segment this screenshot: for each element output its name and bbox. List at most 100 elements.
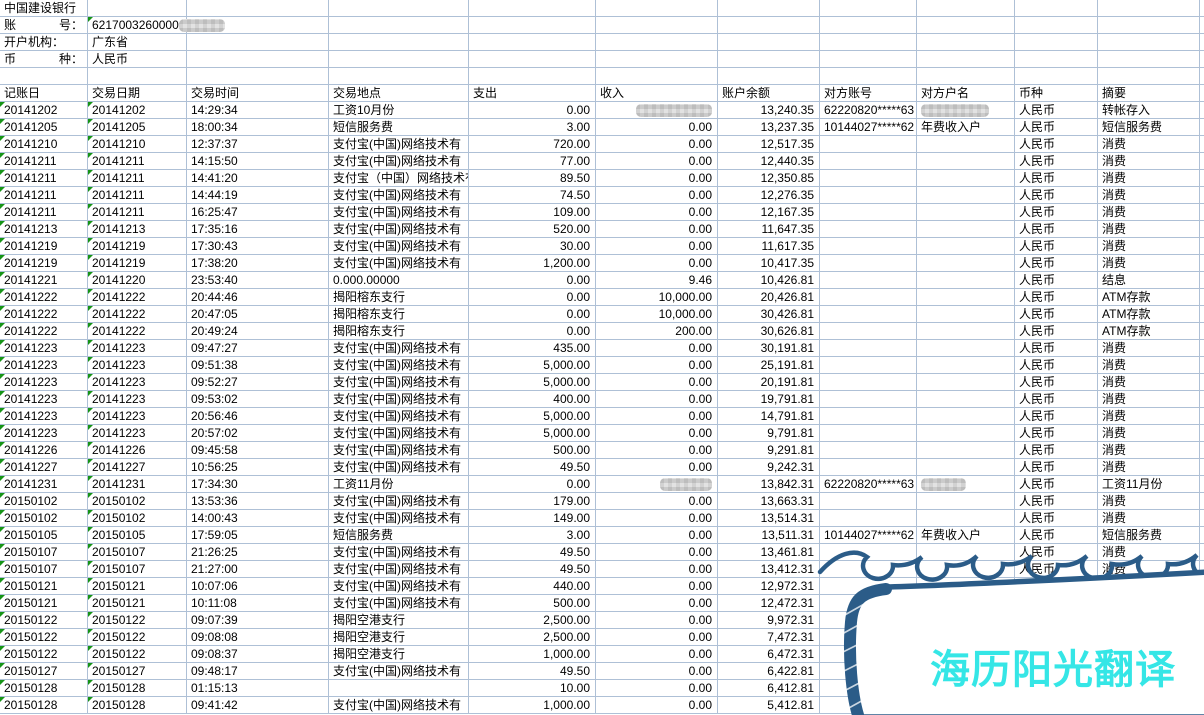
cell-memo[interactable]: 消费: [1098, 221, 1200, 238]
cell-currency[interactable]: 人民币: [1015, 323, 1098, 340]
cell-txn-place[interactable]: 支付宝(中国)网络技术有: [329, 153, 469, 170]
cell-memo[interactable]: [1098, 51, 1200, 68]
cell-txn-place[interactable]: 工资10月份: [329, 102, 469, 119]
cell-debit[interactable]: 5,000.00: [469, 425, 596, 442]
cell-posting-date[interactable]: 20141231: [0, 476, 88, 493]
cell-credit[interactable]: 0.00: [596, 646, 718, 663]
cell-counterparty-name[interactable]: [917, 476, 1015, 493]
cell-currency[interactable]: 人民币: [1015, 289, 1098, 306]
cell-currency[interactable]: 人民币: [1015, 544, 1098, 561]
cell-posting-date[interactable]: 20141222: [0, 306, 88, 323]
cell-balance[interactable]: 12,472.31: [718, 595, 820, 612]
cell-currency[interactable]: [1015, 51, 1098, 68]
cell-posting-date[interactable]: 20150128: [0, 680, 88, 697]
cell-memo[interactable]: 短信服务费: [1098, 527, 1200, 544]
cell-memo[interactable]: ATM存款: [1098, 289, 1200, 306]
cell-edge[interactable]: [1200, 255, 1204, 272]
cell-txn-time[interactable]: 09:41:42: [187, 697, 329, 714]
cell-txn-date[interactable]: 广东省: [88, 34, 187, 51]
cell-debit[interactable]: 0.00: [469, 102, 596, 119]
cell-txn-place[interactable]: 支付宝(中国)网络技术有: [329, 510, 469, 527]
cell-posting-date[interactable]: 20141223: [0, 340, 88, 357]
cell-txn-date[interactable]: 20150122: [88, 646, 187, 663]
cell-counterparty-name[interactable]: [917, 34, 1015, 51]
cell-currency[interactable]: 人民币: [1015, 391, 1098, 408]
cell-edge[interactable]: [1200, 51, 1204, 68]
cell-txn-date[interactable]: 20141211: [88, 204, 187, 221]
cell-counterparty-name[interactable]: [917, 102, 1015, 119]
cell-posting-date[interactable]: 20141211: [0, 204, 88, 221]
cell-txn-time[interactable]: 21:27:00: [187, 561, 329, 578]
cell-balance[interactable]: 20,426.81: [718, 289, 820, 306]
cell-debit[interactable]: 3.00: [469, 527, 596, 544]
cell-debit[interactable]: 49.50: [469, 663, 596, 680]
cell-debit[interactable]: 1,000.00: [469, 697, 596, 714]
cell-balance[interactable]: 30,426.81: [718, 306, 820, 323]
cell-debit[interactable]: 5,000.00: [469, 357, 596, 374]
cell-posting-date[interactable]: 20141222: [0, 289, 88, 306]
cell-currency[interactable]: 人民币: [1015, 238, 1098, 255]
cell-posting-date[interactable]: 20150107: [0, 561, 88, 578]
cell-posting-date[interactable]: [0, 68, 88, 85]
cell-edge[interactable]: [1200, 153, 1204, 170]
cell-counterparty-name[interactable]: [917, 612, 1015, 629]
cell-currency[interactable]: 人民币: [1015, 272, 1098, 289]
cell-edge[interactable]: [1200, 374, 1204, 391]
cell-currency[interactable]: 人民币: [1015, 493, 1098, 510]
cell-posting-date[interactable]: 20150127: [0, 663, 88, 680]
cell-txn-place[interactable]: [329, 0, 469, 17]
cell-counterparty-account[interactable]: [820, 51, 917, 68]
cell-credit[interactable]: 0.00: [596, 153, 718, 170]
cell-balance[interactable]: 13,842.31: [718, 476, 820, 493]
cell-counterparty-name[interactable]: [917, 442, 1015, 459]
cell-counterparty-account[interactable]: [820, 170, 917, 187]
cell-currency[interactable]: [1015, 646, 1098, 663]
cell-credit[interactable]: 9.46: [596, 272, 718, 289]
cell-memo[interactable]: ATM存款: [1098, 323, 1200, 340]
cell-currency[interactable]: 人民币: [1015, 187, 1098, 204]
cell-currency[interactable]: 人民币: [1015, 425, 1098, 442]
cell-counterparty-name[interactable]: [917, 425, 1015, 442]
cell-counterparty-name[interactable]: [917, 272, 1015, 289]
cell-txn-date[interactable]: 20141223: [88, 340, 187, 357]
cell-txn-time[interactable]: 14:00:43: [187, 510, 329, 527]
cell-counterparty-account[interactable]: 62220820*****63: [820, 102, 917, 119]
cell-currency[interactable]: [1015, 680, 1098, 697]
cell-balance[interactable]: [718, 51, 820, 68]
cell-txn-time[interactable]: 09:48:17: [187, 663, 329, 680]
cell-credit[interactable]: 0.00: [596, 595, 718, 612]
cell-posting-date[interactable]: 20141213: [0, 221, 88, 238]
cell-currency[interactable]: 人民币: [1015, 459, 1098, 476]
cell-balance[interactable]: 6,412.81: [718, 680, 820, 697]
cell-counterparty-account[interactable]: [820, 629, 917, 646]
cell-txn-place[interactable]: 支付宝(中国)网络技术有: [329, 204, 469, 221]
cell-balance[interactable]: [718, 0, 820, 17]
cell-balance[interactable]: 13,237.35: [718, 119, 820, 136]
cell-edge[interactable]: [1200, 510, 1204, 527]
cell-currency[interactable]: 人民币: [1015, 204, 1098, 221]
cell-debit[interactable]: 400.00: [469, 391, 596, 408]
cell-txn-place[interactable]: 0.000.00000: [329, 272, 469, 289]
cell-currency[interactable]: 人民币: [1015, 561, 1098, 578]
cell-posting-date[interactable]: 20150121: [0, 595, 88, 612]
cell-counterparty-name[interactable]: [917, 544, 1015, 561]
cell-txn-place[interactable]: 支付宝(中国)网络技术有: [329, 187, 469, 204]
cell-credit[interactable]: [596, 102, 718, 119]
cell-credit[interactable]: 0.00: [596, 442, 718, 459]
cell-posting-date[interactable]: 20150105: [0, 527, 88, 544]
cell-edge[interactable]: [1200, 306, 1204, 323]
cell-counterparty-name[interactable]: [917, 629, 1015, 646]
cell-credit[interactable]: 0.00: [596, 340, 718, 357]
cell-counterparty-name[interactable]: [917, 340, 1015, 357]
cell-txn-place[interactable]: 工资11月份: [329, 476, 469, 493]
cell-memo[interactable]: [1098, 612, 1200, 629]
cell-txn-date[interactable]: 20141223: [88, 391, 187, 408]
cell-edge[interactable]: [1200, 204, 1204, 221]
cell-currency[interactable]: [1015, 17, 1098, 34]
cell-txn-date[interactable]: 20150102: [88, 510, 187, 527]
cell-counterparty-name[interactable]: [917, 153, 1015, 170]
cell-counterparty-account[interactable]: [820, 561, 917, 578]
cell-txn-date[interactable]: 20150121: [88, 595, 187, 612]
cell-posting-date[interactable]: 20150121: [0, 578, 88, 595]
cell-txn-place[interactable]: 支付宝(中国)网络技术有: [329, 493, 469, 510]
